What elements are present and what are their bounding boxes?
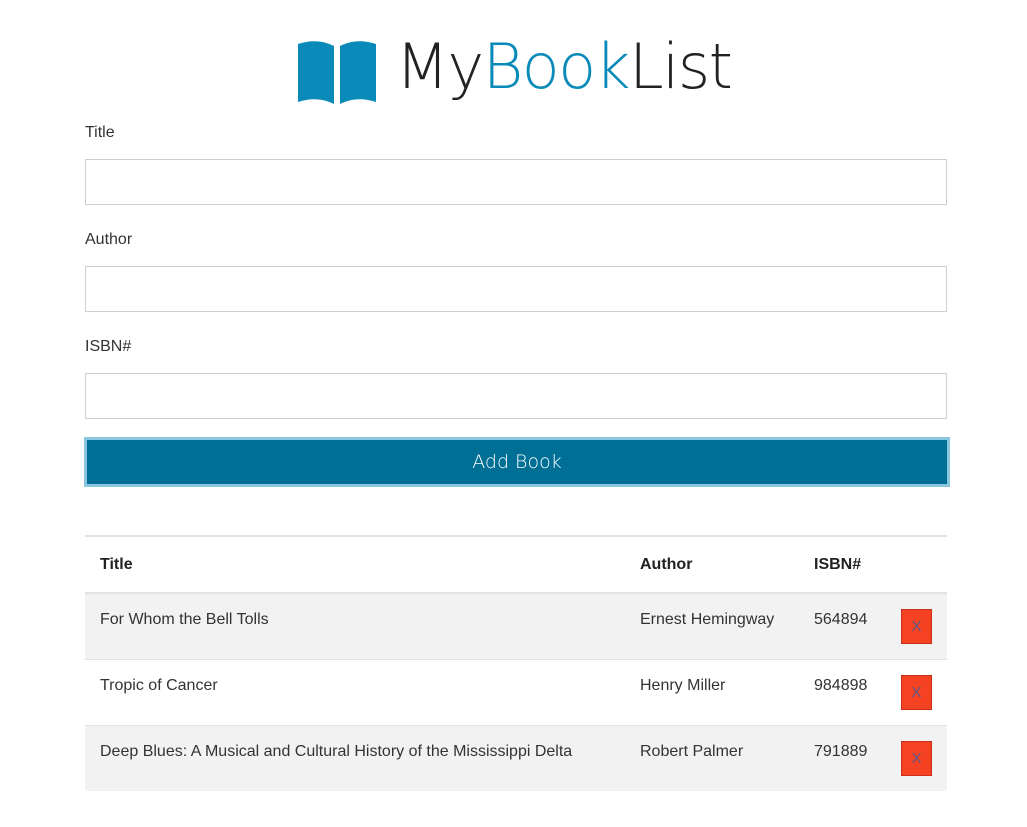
book-isbn-cell: 791889	[799, 725, 886, 791]
isbn-label: ISBN#	[85, 338, 132, 355]
add-book-form: Title Author ISBN# Add Book	[84, 122, 950, 487]
brand-title: MyBookList	[396, 36, 733, 98]
column-header-title: Title	[85, 536, 625, 594]
add-book-button[interactable]: Add Book	[84, 437, 950, 487]
title-input[interactable]	[85, 159, 947, 205]
delete-book-button[interactable]: X	[901, 740, 932, 776]
page: MyBookList Title Author ISBN# Add Book T…	[0, 0, 1027, 827]
book-title-cell: Deep Blues: A Musical and Cultural Histo…	[85, 725, 625, 791]
title-label: Title	[85, 124, 115, 141]
table-row: For Whom the Bell Tolls Ernest Hemingway…	[85, 593, 947, 660]
header-row: Title Author ISBN#	[85, 536, 947, 594]
book-action-cell: X	[886, 725, 947, 791]
column-header-isbn: ISBN#	[799, 536, 886, 594]
book-table: Title Author ISBN# For Whom the Bell Tol…	[85, 535, 947, 791]
delete-book-button[interactable]: X	[901, 609, 932, 644]
author-input[interactable]	[85, 266, 947, 312]
brand-title-book: Book	[482, 30, 631, 103]
table-row: Tropic of Cancer Henry Miller 984898 X	[85, 659, 947, 726]
column-header-action	[886, 536, 947, 594]
table-row: Deep Blues: A Musical and Cultural Histo…	[85, 725, 947, 791]
brand-title-my: My	[395, 30, 485, 103]
book-action-cell: X	[886, 593, 947, 660]
isbn-input[interactable]	[85, 373, 947, 419]
book-title-cell: Tropic of Cancer	[85, 659, 625, 726]
author-label: Author	[85, 231, 133, 248]
book-isbn-cell: 984898	[799, 659, 886, 726]
book-author-cell: Robert Palmer	[625, 725, 799, 791]
book-author-cell: Henry Miller	[625, 659, 799, 726]
open-book-icon	[297, 41, 376, 104]
book-title-cell: For Whom the Bell Tolls	[85, 593, 625, 660]
book-list: For Whom the Bell Tolls Ernest Hemingway…	[85, 593, 947, 791]
brand-title-list: List	[629, 30, 733, 103]
book-table-header: Title Author ISBN#	[85, 536, 947, 594]
column-header-author: Author	[625, 536, 799, 594]
book-isbn-cell: 564894	[799, 593, 886, 660]
delete-book-button[interactable]: X	[901, 674, 932, 710]
book-author-cell: Ernest Hemingway	[625, 593, 799, 660]
book-action-cell: X	[886, 659, 947, 726]
brand-header: MyBookList	[0, 26, 1027, 116]
